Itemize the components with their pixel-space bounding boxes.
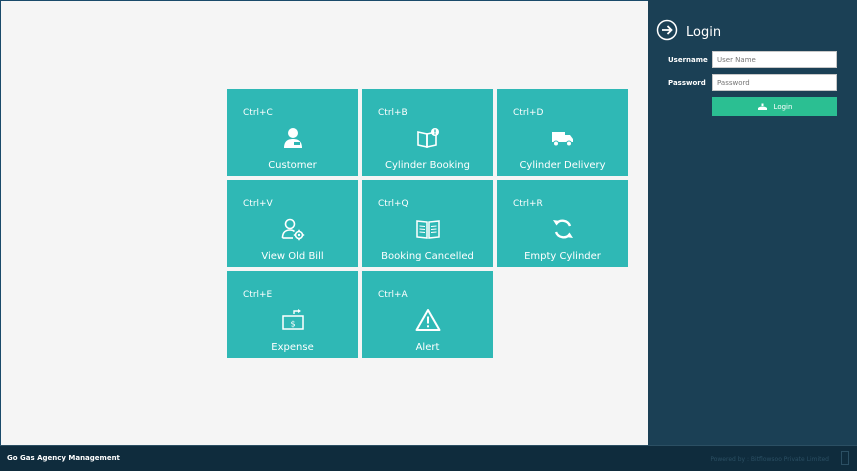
tile-shortcut: Ctrl+Q [378,199,409,209]
tile-label: Expense [271,342,314,353]
tile-view-old-bill[interactable]: Ctrl+V View Old Bill [227,180,358,267]
refresh-icon [550,216,576,242]
login-panel: Login Username Password Login [648,0,857,445]
login-hand-icon [757,103,768,111]
main-area: Ctrl+C Customer Ctrl+B Cylinder Booking … [0,0,648,445]
footer-logo-icon [841,451,849,465]
tile-shortcut: Ctrl+C [243,108,273,118]
username-label: Username [668,56,708,64]
tile-label: Cylinder Booking [385,160,470,171]
tile-cylinder-booking[interactable]: Ctrl+B Cylinder Booking [362,89,493,176]
tile-shortcut: Ctrl+D [513,108,544,118]
tile-label: View Old Bill [261,251,324,262]
tile-shortcut: Ctrl+R [513,199,543,209]
username-input[interactable] [712,51,837,68]
delivery-truck-icon [550,125,576,151]
open-book-icon [415,216,441,242]
app-name: Go Gas Agency Management [7,454,120,462]
svg-text:$: $ [290,320,295,329]
expense-icon: $ [280,307,306,333]
user-settings-icon [280,216,306,242]
tile-expense[interactable]: Ctrl+E $ Expense [227,271,358,358]
powered-by-text: Powered by : Bitflowsoo Private Limited [710,456,829,463]
tile-customer[interactable]: Ctrl+C Customer [227,89,358,176]
alert-triangle-icon [415,307,441,333]
tile-label: Cylinder Delivery [519,160,606,171]
password-label: Password [668,79,706,87]
tile-alert[interactable]: Ctrl+A Alert [362,271,493,358]
tile-booking-cancelled[interactable]: Ctrl+Q Booking Cancelled [362,180,493,267]
login-header: Login [656,19,721,45]
customer-icon [280,125,306,151]
tile-shortcut: Ctrl+V [243,199,273,209]
tile-label: Empty Cylinder [524,251,601,262]
tile-label: Booking Cancelled [381,251,474,262]
login-button-label: Login [773,102,793,111]
tile-shortcut: Ctrl+E [243,290,273,300]
login-title: Login [686,24,722,40]
tile-empty-cylinder[interactable]: Ctrl+R Empty Cylinder [497,180,628,267]
tile-shortcut: Ctrl+A [378,290,408,300]
tile-label: Customer [268,160,317,171]
arrow-right-circle-icon[interactable] [656,19,678,45]
tile-cylinder-delivery[interactable]: Ctrl+D Cylinder Delivery [497,89,628,176]
tile-shortcut: Ctrl+B [378,108,408,118]
password-input[interactable] [712,74,837,91]
footer-bar: Go Gas Agency Management Powered by : Bi… [0,445,857,471]
tile-label: Alert [415,342,440,353]
booking-book-icon [415,125,441,151]
login-button[interactable]: Login [712,97,837,116]
